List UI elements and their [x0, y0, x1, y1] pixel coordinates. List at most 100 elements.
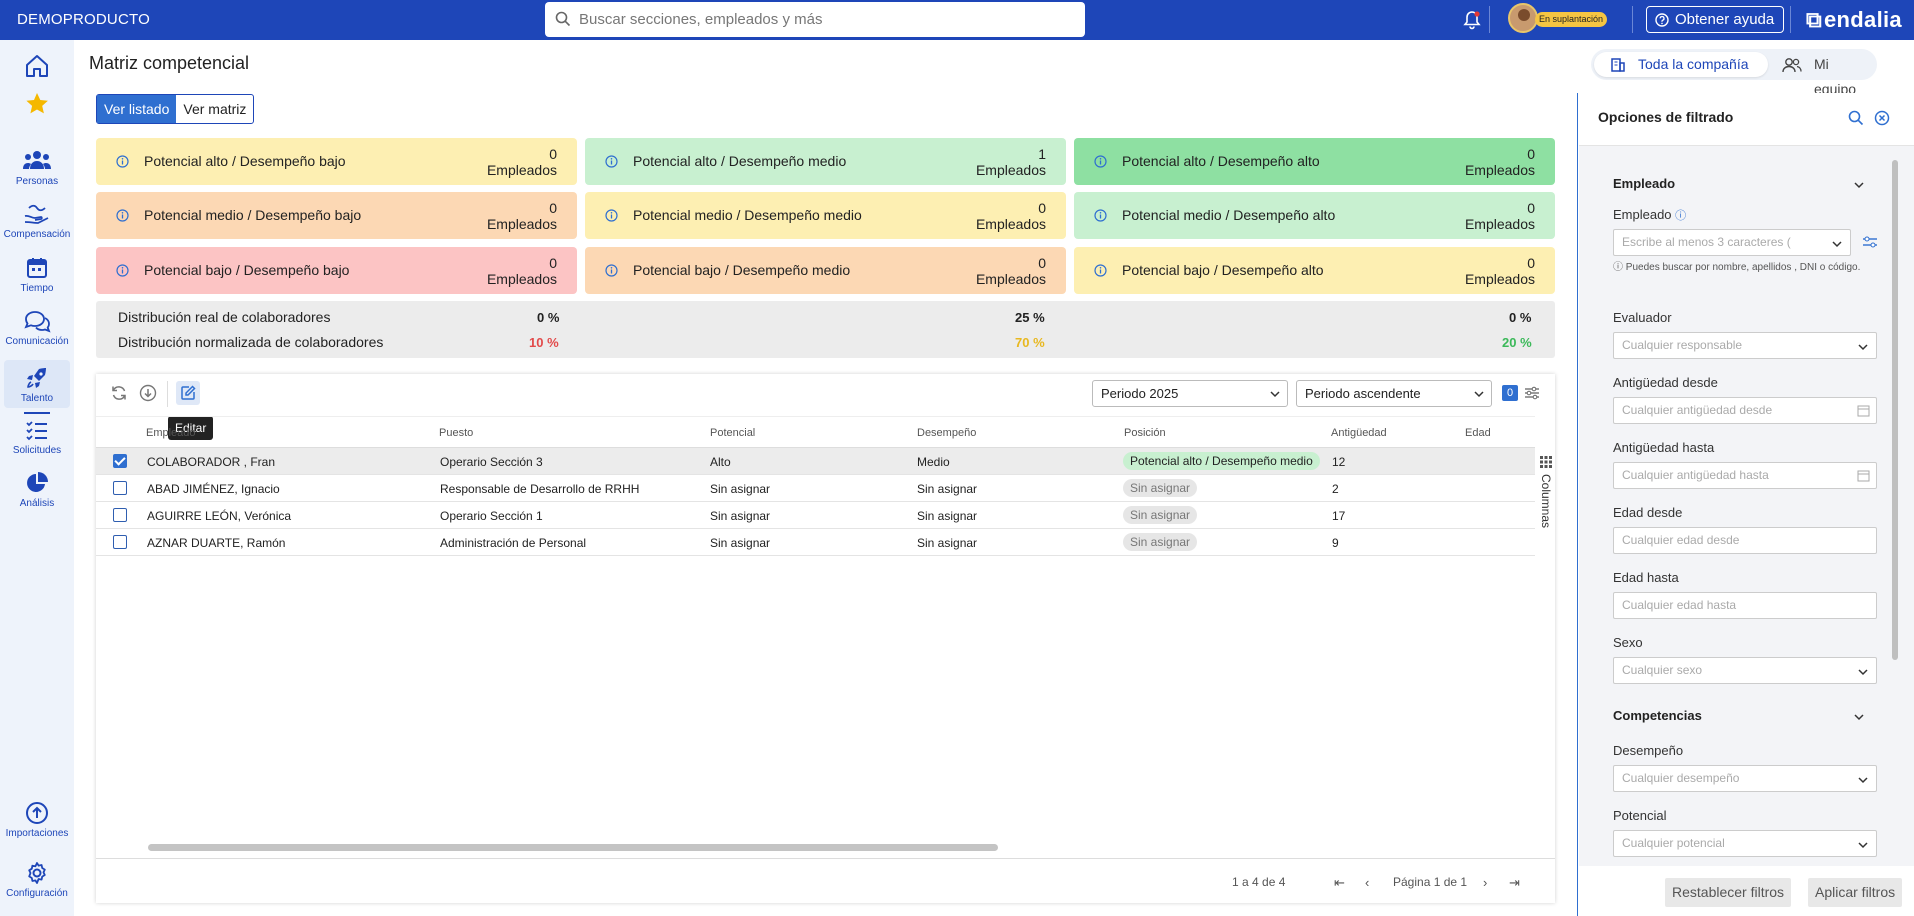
position-card[interactable]: Potencial bajo / Desempeño bajo 0 Empleado…	[96, 247, 577, 294]
sliders-icon[interactable]	[1524, 385, 1540, 401]
sidebar-item-favorites[interactable]	[0, 91, 74, 120]
distribution-real-value: 0 %	[537, 310, 560, 325]
chat-icon	[24, 311, 51, 333]
table-row[interactable]: COLABORADOR , Fran Operario Sección 3 Alto…	[96, 448, 1535, 475]
endalia-logo[interactable]: ⧉endalia	[1806, 7, 1902, 33]
close-circle-icon[interactable]	[1874, 110, 1890, 126]
calendar-icon[interactable]	[1857, 404, 1870, 417]
order-select[interactable]: Periodo ascendente	[1296, 380, 1492, 407]
sidebar-item-talento[interactable]: Talento	[4, 360, 70, 414]
performance-select[interactable]: Cualquier desempeño	[1613, 765, 1877, 792]
position-badge: Potencial alto / Desempeño medio	[1123, 452, 1320, 470]
scope-company-option[interactable]: Toda la compañía	[1594, 52, 1768, 77]
team-icon	[1782, 58, 1802, 73]
sidebar-item-compensacion[interactable]: Compensación	[0, 202, 74, 240]
sidebar-item-comunicacion[interactable]: Comunicación	[0, 309, 74, 347]
people-icon	[23, 151, 51, 169]
row-checkbox[interactable]	[113, 481, 127, 495]
download-icon[interactable]	[139, 384, 157, 402]
seniority-to-input[interactable]: Cualquier antigüedad hasta	[1613, 462, 1877, 489]
column-header-puesto[interactable]: Puesto	[439, 427, 473, 439]
notifications-bell-icon[interactable]	[1463, 10, 1481, 30]
info-icon	[116, 209, 129, 222]
prev-page-icon[interactable]: ‹	[1365, 875, 1369, 890]
sidebar-item-personas[interactable]: Personas	[0, 149, 74, 187]
position-card[interactable]: Potencial medio / Desempeño medio 0 Emplea…	[585, 192, 1066, 239]
sidebar-item-tiempo[interactable]: Tiempo	[0, 256, 74, 294]
view-matrix-button[interactable]: Ver matriz	[176, 95, 253, 123]
position-card[interactable]: Potencial bajo / Desempeño medio 0 Emplead…	[585, 247, 1066, 294]
table-row[interactable]: AGUIRRE LEÓN, Verónica Operario Sección 1…	[96, 502, 1535, 529]
column-header-posicion[interactable]: Posición	[1124, 427, 1166, 439]
position-card[interactable]: Potencial bajo / Desempeño alto 0 Empleado…	[1074, 247, 1555, 294]
column-header-empleado[interactable]: Empleado	[146, 427, 196, 439]
sidebar-item-importaciones[interactable]: Importaciones	[0, 801, 74, 839]
table-row[interactable]: AZNAR DUARTE, Ramón Administración de Per…	[96, 529, 1535, 556]
cell-empleado[interactable]: ABAD JIMÉNEZ, Ignacio	[147, 482, 280, 496]
filter-section-employee[interactable]: Empleado	[1613, 176, 1864, 191]
sidebar-item-solicitudes[interactable]: Solicitudes	[0, 418, 74, 456]
column-header-potencial[interactable]: Potencial	[710, 427, 755, 439]
pie-chart-icon	[27, 472, 48, 492]
user-avatar[interactable]	[1508, 3, 1538, 33]
first-page-icon[interactable]: ⇤	[1334, 875, 1345, 891]
calendar-icon[interactable]	[1857, 469, 1870, 482]
top-bar: DEMOPRODUCTO Buscar secciones, empleados…	[0, 0, 1914, 40]
filter-scrollbar[interactable]	[1892, 160, 1898, 660]
last-page-icon[interactable]: ⇥	[1509, 875, 1520, 891]
position-card-count: 0 Empleados	[486, 255, 557, 287]
distribution-real-label: Distribución real de colaboradores	[118, 309, 331, 325]
advanced-filter-icon[interactable]	[1862, 235, 1878, 249]
position-card[interactable]: Potencial alto / Desempeño alto 0 Empleado…	[1074, 138, 1555, 185]
search-icon[interactable]	[1848, 110, 1864, 126]
view-list-button[interactable]: Ver listado	[97, 95, 177, 123]
potential-select[interactable]: Cualquier potencial	[1613, 830, 1877, 857]
position-card[interactable]: Potencial medio / Desempeño alto 0 Emplead…	[1074, 192, 1555, 239]
edit-button[interactable]	[176, 381, 200, 405]
position-badge: Sin asignar	[1123, 506, 1198, 524]
column-header-edad[interactable]: Edad	[1465, 427, 1491, 439]
row-checkbox[interactable]	[113, 508, 127, 522]
cell-empleado[interactable]: AZNAR DUARTE, Ramón	[147, 536, 285, 550]
row-checkbox[interactable]	[113, 454, 127, 468]
cell-empleado[interactable]: COLABORADOR , Fran	[147, 455, 275, 469]
age-from-input[interactable]: Cualquier edad desde	[1613, 527, 1877, 554]
company-name[interactable]: DEMOPRODUCTO	[17, 11, 150, 28]
position-card[interactable]: Potencial alto / Desempeño medio 1 Emplead…	[585, 138, 1066, 185]
row-checkbox[interactable]	[113, 535, 127, 549]
next-page-icon[interactable]: ›	[1483, 875, 1487, 890]
period-select[interactable]: Periodo 2025	[1092, 380, 1288, 407]
column-header-desempeno[interactable]: Desempeño	[917, 427, 976, 439]
scope-switch: Toda la compañía Mi equipo	[1591, 49, 1877, 97]
horizontal-scrollbar[interactable]	[148, 844, 998, 851]
sex-select[interactable]: Cualquier sexo	[1613, 657, 1877, 684]
view-toggle: Ver listado Ver matriz	[96, 94, 255, 124]
scope-team-option[interactable]: Mi equipo	[1772, 52, 1872, 97]
cell-empleado[interactable]: AGUIRRE LEÓN, Verónica	[147, 509, 291, 523]
reset-filters-button[interactable]: Restablecer filtros	[1665, 878, 1792, 907]
sex-placeholder: Cualquier sexo	[1622, 663, 1703, 677]
active-filter-count-badge[interactable]: 0	[1502, 385, 1518, 401]
employee-filter-input[interactable]: Escribe al menos 3 caracteres (	[1613, 229, 1851, 256]
age-to-input[interactable]: Cualquier edad hasta	[1613, 592, 1877, 619]
evaluator-select[interactable]: Cualquier responsable	[1613, 332, 1877, 359]
seniority-from-input[interactable]: Cualquier antigüedad desde	[1613, 397, 1877, 424]
sidebar-item-label: Personas	[15, 176, 59, 187]
help-button[interactable]: Obtener ayuda	[1646, 6, 1785, 33]
columns-label: Columnas	[1539, 474, 1553, 529]
table-row[interactable]: ABAD JIMÉNEZ, Ignacio Responsable de Desa…	[96, 475, 1535, 502]
position-card[interactable]: Potencial medio / Desempeño bajo 0 Emplead…	[96, 192, 577, 239]
sidebar-item-analisis[interactable]: Análisis	[0, 471, 74, 509]
distribution-normalized-value: 20 %	[1502, 335, 1532, 350]
refresh-icon[interactable]	[110, 384, 128, 402]
position-card[interactable]: Potencial alto / Desempeño bajo 0 Empleado…	[96, 138, 577, 185]
global-search-input[interactable]: Buscar secciones, empleados y más	[545, 2, 1085, 37]
column-header-antiguedad[interactable]: Antigüedad	[1331, 427, 1387, 439]
columns-side-panel-toggle[interactable]: Columnas	[1537, 448, 1555, 698]
seniority-to-label: Antigüedad hasta	[1613, 440, 1715, 455]
sidebar-item-home[interactable]	[0, 53, 74, 82]
period-select-value: Periodo 2025	[1101, 386, 1179, 401]
sidebar-item-configuracion[interactable]: Configuración	[0, 861, 74, 899]
apply-filters-button[interactable]: Aplicar filtros	[1808, 878, 1903, 907]
filter-section-competencies[interactable]: Competencias	[1613, 708, 1864, 723]
